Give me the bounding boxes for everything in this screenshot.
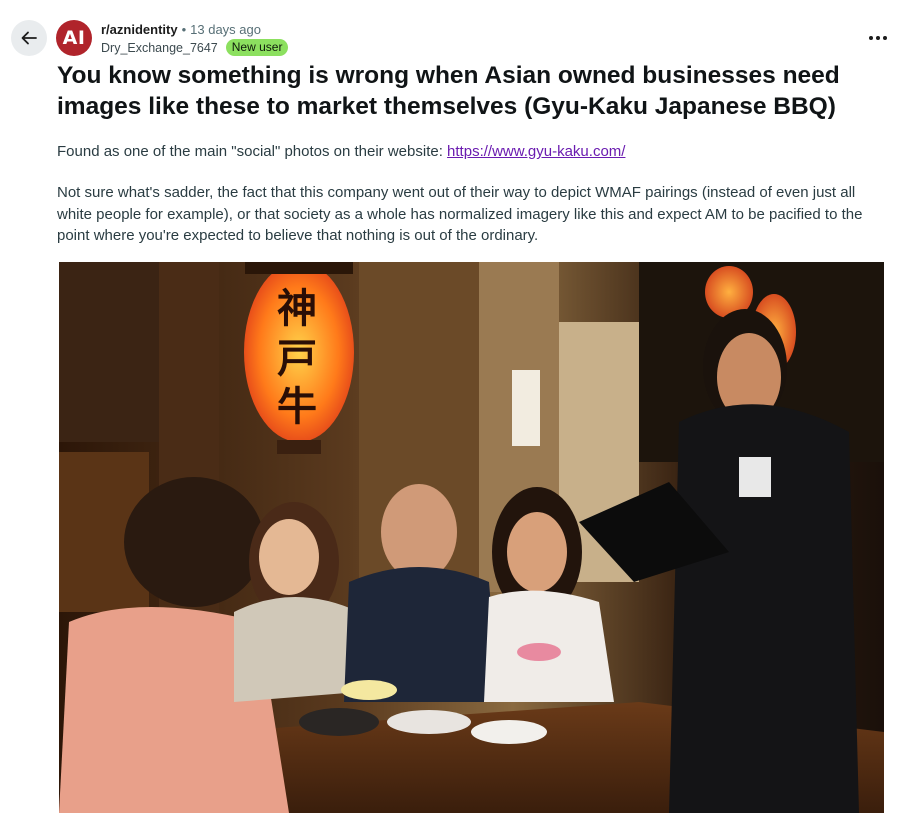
svg-text:戸: 戸 — [277, 336, 317, 382]
more-options-button[interactable] — [866, 30, 890, 46]
author-link[interactable]: Dry_Exchange_7647 — [101, 41, 218, 55]
post-meta: r/aznidentity • 13 days ago — [101, 22, 261, 37]
subreddit-link[interactable]: r/aznidentity — [101, 22, 178, 37]
post-time: 13 days ago — [190, 22, 261, 37]
post-image[interactable]: 神 戸 牛 — [59, 262, 884, 813]
svg-text:牛: 牛 — [277, 384, 317, 430]
meta-separator: • — [181, 22, 187, 37]
post-author-line: Dry_Exchange_7647 New user — [101, 39, 289, 56]
user-flair-badge: New user — [225, 39, 289, 56]
post-body-paragraph-2: Not sure what's sadder, the fact that th… — [57, 184, 863, 244]
ellipsis-icon — [869, 36, 873, 40]
subreddit-avatar[interactable]: AI — [56, 20, 92, 56]
arrow-left-icon — [21, 31, 37, 45]
svg-text:神: 神 — [277, 286, 317, 332]
website-link[interactable]: https://www.gyu-kaku.com/ — [447, 143, 625, 160]
post-title: You know something is wrong when Asian o… — [57, 62, 840, 120]
back-button[interactable] — [11, 20, 47, 56]
post-body-paragraph-1: Found as one of the main "social" photos… — [57, 142, 897, 162]
restaurant-photo: 神 戸 牛 — [59, 262, 884, 813]
post-body-text: Found as one of the main "social" photos… — [57, 143, 448, 160]
